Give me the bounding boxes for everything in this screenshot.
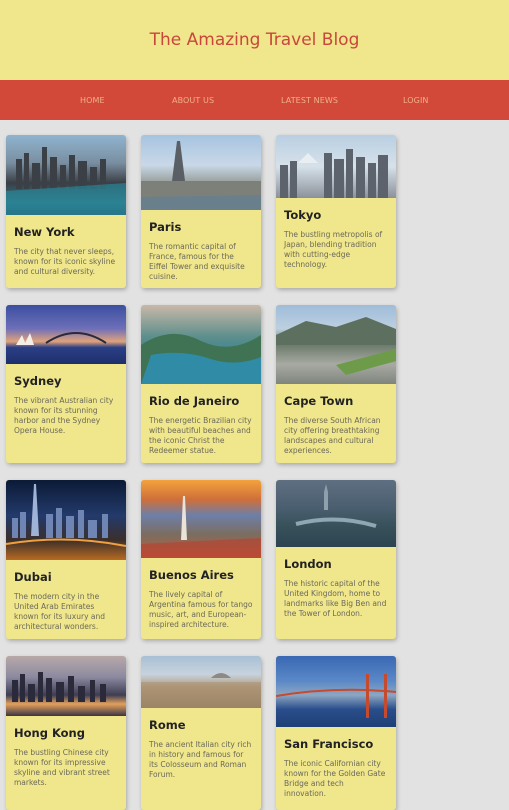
- tokyo-image: [276, 135, 396, 198]
- destination-card-paris[interactable]: Paris The romantic capital of France, fa…: [141, 135, 261, 288]
- destination-card-dubai[interactable]: Dubai The modern city in the United Arab…: [6, 480, 126, 639]
- card-description: The city that never sleeps, known for it…: [14, 247, 116, 276]
- card-title: New York: [14, 225, 75, 239]
- destination-card-new-york[interactable]: New York The city that never sleeps, kno…: [6, 135, 126, 288]
- card-description: The vibrant Australian city known for it…: [14, 396, 114, 435]
- destination-card-rio[interactable]: Rio de Janeiro The energetic Brazilian c…: [141, 305, 261, 463]
- card-title: San Francisco: [284, 737, 374, 751]
- card-title: Rio de Janeiro: [149, 394, 240, 408]
- card-title: Tokyo: [284, 208, 322, 222]
- card-description: The lively capital of Argentina famous f…: [149, 590, 253, 629]
- san-francisco-image: [276, 656, 396, 727]
- card-title: Hong Kong: [14, 726, 85, 740]
- card-description: The modern city in the United Arab Emira…: [14, 592, 106, 631]
- cape-town-image: [276, 305, 396, 384]
- buenos-aires-image: [141, 480, 261, 558]
- nav-latest-news-link[interactable]: LATEST NEWS: [281, 96, 338, 105]
- rio-image: [141, 305, 261, 384]
- card-description: The bustling Chinese city known for its …: [14, 748, 110, 787]
- destination-card-san-francisco[interactable]: San Francisco The iconic Californian cit…: [276, 656, 396, 810]
- card-title: Buenos Aires: [149, 568, 234, 582]
- card-title: Sydney: [14, 374, 62, 388]
- destination-card-sydney[interactable]: Sydney The vibrant Australian city known…: [6, 305, 126, 463]
- card-description: The ancient Italian city rich in history…: [149, 740, 252, 779]
- destination-card-london[interactable]: London The historic capital of the Unite…: [276, 480, 396, 639]
- card-title: Rome: [149, 718, 186, 732]
- card-title: Cape Town: [284, 394, 354, 408]
- site-title: The Amazing Travel Blog: [149, 30, 360, 50]
- card-title: London: [284, 557, 332, 571]
- card-title: Paris: [149, 220, 182, 234]
- destination-card-hong-kong[interactable]: Hong Kong The bustling Chinese city know…: [6, 656, 126, 810]
- card-description: The iconic Californian city known for th…: [284, 759, 386, 798]
- nav-about-link[interactable]: ABOUT US: [172, 96, 214, 105]
- london-image: [276, 480, 396, 547]
- card-description: The romantic capital of France, famous f…: [149, 242, 245, 281]
- nav-home-link[interactable]: HOME: [80, 96, 105, 105]
- destination-card-cape-town[interactable]: Cape Town The diverse South African city…: [276, 305, 396, 463]
- card-description: The historic capital of the United Kingd…: [284, 579, 387, 618]
- card-description: The bustling metropolis of Japan, blendi…: [284, 230, 383, 269]
- rome-image: [141, 656, 261, 708]
- new-york-image: [6, 135, 126, 215]
- paris-image: [141, 135, 261, 210]
- hong-kong-image: [6, 656, 126, 716]
- card-title: Dubai: [14, 570, 52, 584]
- site-header: The Amazing Travel Blog: [0, 0, 509, 80]
- sydney-image: [6, 305, 126, 364]
- main-nav: HOME ABOUT US LATEST NEWS LOGIN: [0, 80, 509, 120]
- dubai-image: [6, 480, 126, 560]
- card-description: The diverse South African city offering …: [284, 416, 381, 455]
- destination-card-buenos-aires[interactable]: Buenos Aires The lively capital of Argen…: [141, 480, 261, 639]
- card-description: The energetic Brazilian city with beauti…: [149, 416, 252, 455]
- destination-card-rome[interactable]: Rome The ancient Italian city rich in hi…: [141, 656, 261, 810]
- destination-card-tokyo[interactable]: Tokyo The bustling metropolis of Japan, …: [276, 135, 396, 288]
- nav-login-link[interactable]: LOGIN: [403, 96, 429, 105]
